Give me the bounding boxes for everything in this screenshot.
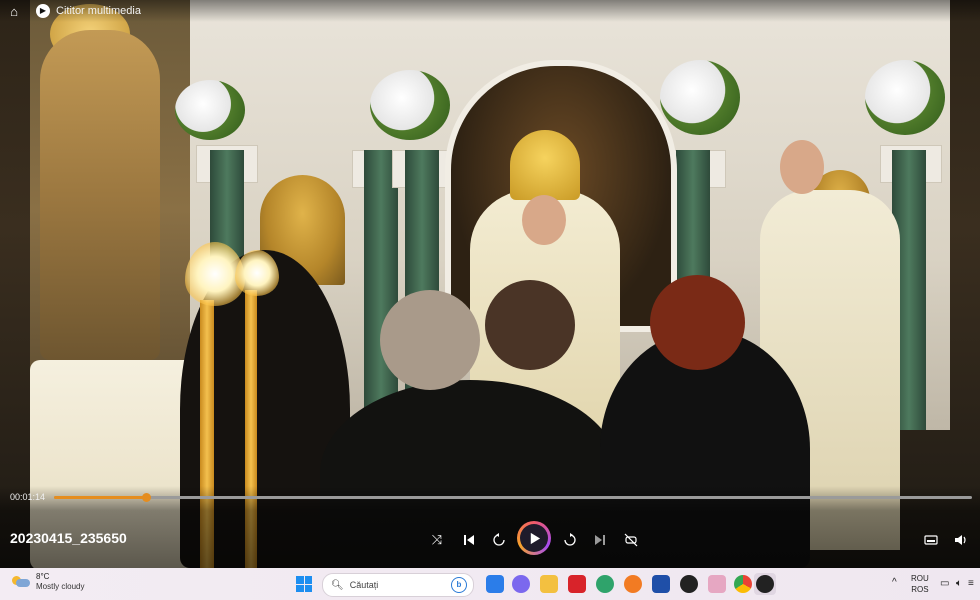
media-player-app-icon: ▶ [36, 4, 50, 18]
play-button[interactable] [517, 521, 551, 555]
app-icon[interactable] [680, 575, 698, 593]
flower-arrangement [660, 60, 740, 135]
file-explorer-icon[interactable] [540, 575, 558, 593]
saint-fresco [40, 30, 160, 360]
miniplayer-button[interactable] [920, 529, 942, 551]
display-icon[interactable]: ▭ [940, 578, 949, 589]
bing-icon[interactable]: b [451, 577, 467, 593]
keyboard-layout-code: ROS [911, 585, 929, 594]
head [485, 280, 575, 370]
flower-arrangement [175, 80, 245, 140]
chrome-icon[interactable] [734, 575, 752, 593]
network-icon[interactable]: ≡ [968, 578, 974, 589]
chevron-up-icon[interactable]: ^ [892, 577, 897, 588]
title-bar: ⌂ ▶ Cititor multimedia [0, 0, 980, 22]
flower-arrangement [370, 70, 450, 140]
task-view-icon[interactable] [486, 575, 504, 593]
repeat-off-icon [624, 533, 638, 547]
home-icon[interactable]: ⌂ [0, 4, 28, 19]
language-code: ROU [911, 574, 929, 583]
head [380, 290, 480, 390]
shuffle-icon: ⤨ [431, 532, 443, 547]
speaker-icon[interactable]: 🔈︎ [956, 578, 962, 589]
next-button[interactable] [589, 529, 611, 551]
search-icon: 🔍︎ [331, 579, 344, 591]
forward-button[interactable] [559, 529, 581, 551]
globe-app-icon[interactable] [596, 575, 614, 593]
repeat-button[interactable] [620, 529, 642, 551]
next-icon [595, 535, 605, 545]
previous-icon [464, 535, 474, 545]
seek-progress [54, 496, 146, 499]
rewind-10-icon [493, 533, 505, 546]
language-indicator[interactable]: ROU ROS [911, 573, 929, 595]
rewind-button[interactable] [488, 529, 510, 551]
weather-condition: Mostly cloudy [36, 582, 85, 591]
player-controls: 00:01:14 20230415_235650 ⤨ [0, 486, 980, 568]
miniplayer-icon [924, 535, 938, 545]
media-file-name: 20230415_235650 [10, 530, 127, 546]
marble-column [364, 150, 398, 430]
firefox-icon[interactable] [624, 575, 642, 593]
seek-thumb[interactable] [141, 493, 151, 502]
taskbar: 8°C Mostly cloudy 🔍︎ Căutați b ^ ROU ROS… [0, 568, 980, 600]
deacon-face [780, 140, 824, 194]
window-title: Cititor multimedia [56, 5, 141, 17]
video-frame[interactable] [0, 0, 980, 568]
media-player-taskbar-icon[interactable] [756, 575, 774, 593]
weather-temperature: 8°C [36, 572, 50, 581]
elapsed-time: 00:01:14 [10, 492, 46, 502]
volume-icon [955, 535, 966, 545]
weather-widget[interactable]: 8°C Mostly cloudy [12, 572, 84, 592]
volume-button[interactable] [950, 529, 972, 551]
seek-bar[interactable] [54, 493, 972, 502]
mcafee-icon[interactable] [568, 575, 586, 593]
teams-chat-icon[interactable] [512, 575, 530, 593]
start-button[interactable] [296, 576, 312, 592]
previous-button[interactable] [458, 529, 480, 551]
forward-30-icon [564, 533, 576, 546]
windows-logo-icon [296, 576, 304, 584]
candle-flame [235, 250, 279, 296]
app-icon[interactable] [708, 575, 726, 593]
bishop-face [522, 195, 566, 245]
partly-cloudy-icon [12, 576, 30, 588]
play-icon [530, 532, 540, 544]
mitre [510, 130, 580, 200]
flower-arrangement [865, 60, 945, 135]
search-placeholder: Căutați [349, 580, 379, 590]
head [650, 275, 745, 370]
save-app-icon[interactable] [652, 575, 670, 593]
taskbar-search[interactable]: 🔍︎ Căutați b [322, 573, 474, 597]
shuffle-button[interactable]: ⤨ [426, 529, 448, 551]
